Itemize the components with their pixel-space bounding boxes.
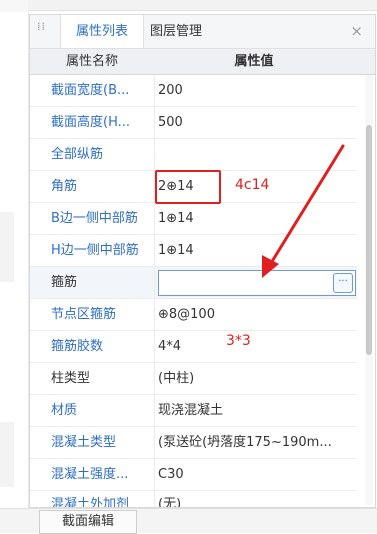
annotation-arrow-icon	[262, 144, 345, 278]
